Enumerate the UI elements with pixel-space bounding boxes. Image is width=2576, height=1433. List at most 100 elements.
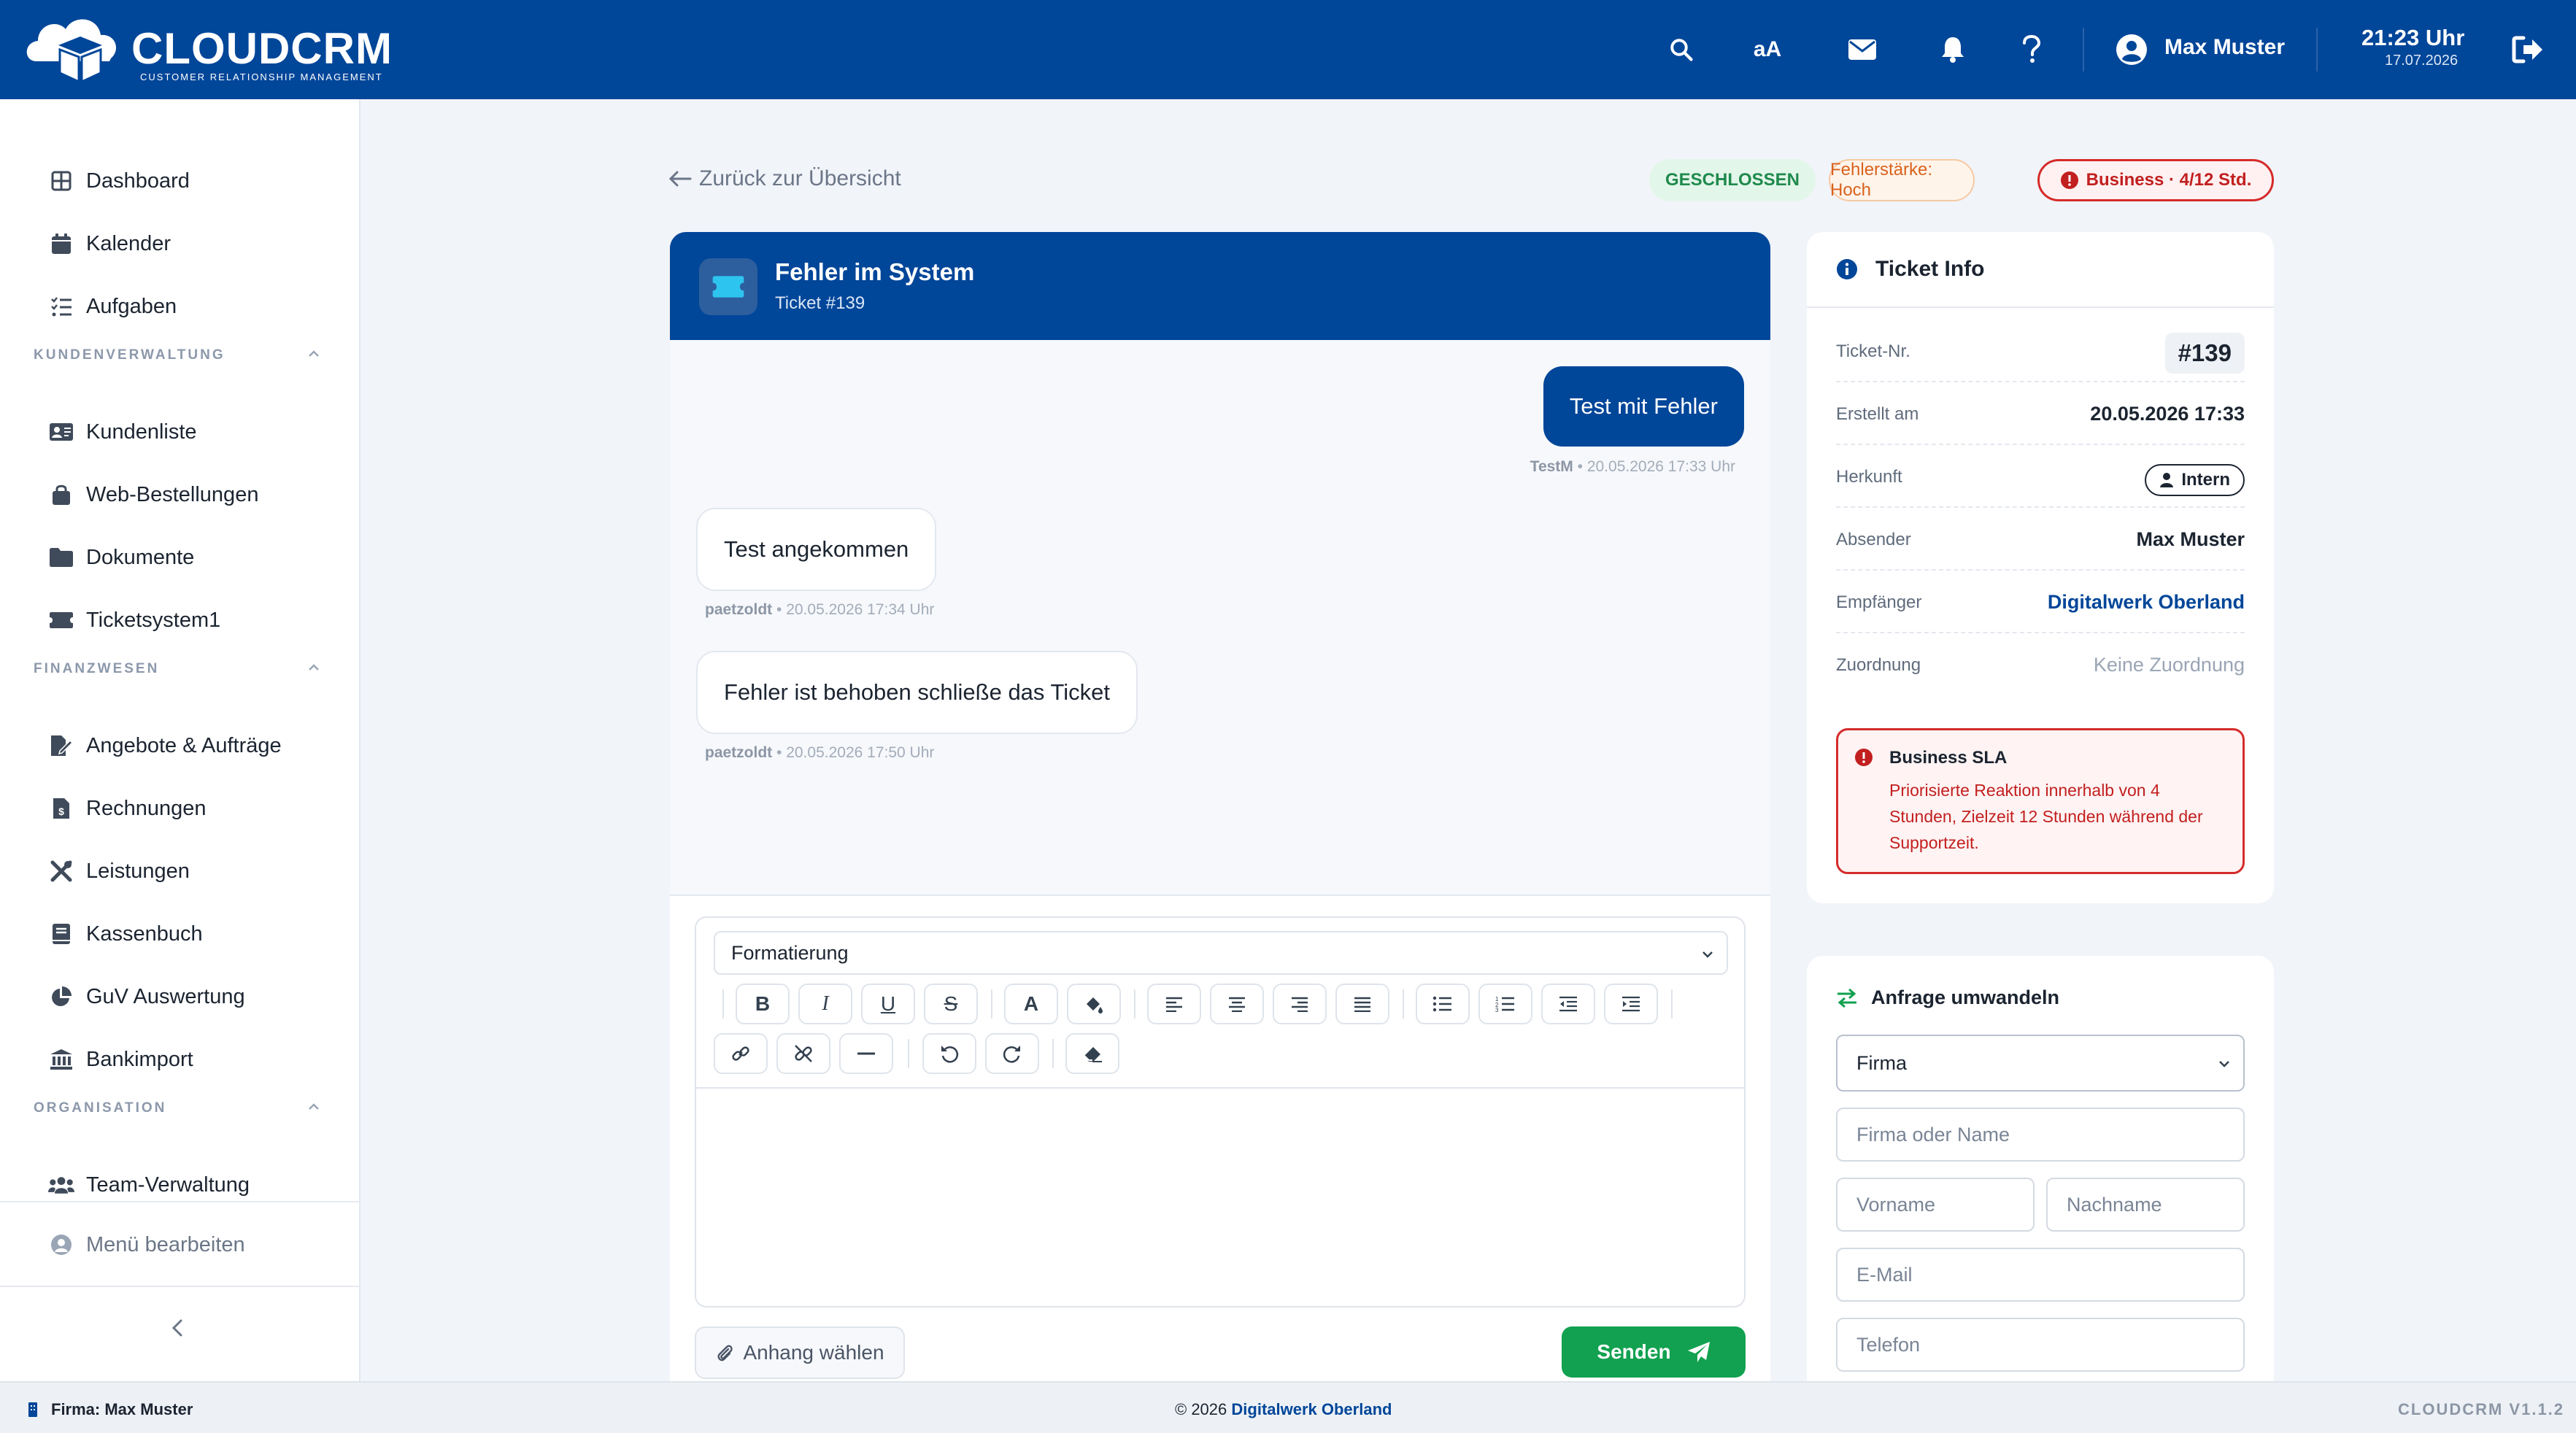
ticket-info-header: Ticket Info — [1807, 232, 2274, 308]
chevron-up-icon[interactable] — [304, 1096, 324, 1116]
sidebar-item-angebote[interactable]: Angebote & Aufträge — [48, 724, 282, 768]
info-row-recipient: Empfänger Digitalwerk Oberland — [1836, 571, 2245, 633]
book-icon — [48, 921, 74, 947]
minus-icon — [857, 1052, 875, 1055]
collapse-sidebar-icon[interactable] — [163, 1313, 193, 1343]
message-meta: TestM • 20.05.2026 17:33 Uhr — [1530, 458, 1735, 475]
user-name[interactable]: Max Muster — [2164, 35, 2285, 60]
redo-button[interactable] — [985, 1033, 1039, 1074]
remove-link-button[interactable] — [776, 1033, 830, 1074]
sidebar-item-kalender[interactable]: Kalender — [48, 222, 171, 266]
back-link[interactable]: Zurück zur Übersicht — [668, 166, 901, 191]
align-justify-icon — [1354, 997, 1370, 1012]
severity-badge: Fehlerstärke: Hoch — [1829, 159, 1975, 201]
footer-company-link[interactable]: Digitalwerk Oberland — [1231, 1400, 1392, 1418]
italic-button[interactable]: I — [798, 984, 852, 1024]
pie-chart-icon — [48, 984, 74, 1010]
footer: Firma: Max Muster © 2026 Digitalwerk Obe… — [0, 1381, 2576, 1433]
recipient-link[interactable]: Digitalwerk Oberland — [2048, 591, 2245, 614]
underline-button[interactable]: U — [861, 984, 915, 1024]
phone-input[interactable]: Telefon — [1836, 1318, 2245, 1372]
toolbar-separator — [1403, 989, 1404, 1019]
sidebar-item-ticketsystem[interactable]: Ticketsystem1 — [48, 598, 220, 642]
app-logo[interactable]: CLOUDCRM CUSTOMER RELATIONSHIP MANAGEMEN… — [22, 10, 392, 89]
footer-company: Firma: Max Muster — [28, 1400, 193, 1419]
tasks-icon — [48, 293, 74, 320]
menu-edit-button[interactable]: Menü bearbeiten — [48, 1223, 245, 1267]
search-icon — [1670, 39, 1693, 61]
info-row-sender: Absender Max Muster — [1836, 508, 2245, 571]
sidebar-item-guv[interactable]: GuV Auswertung — [48, 975, 245, 1019]
sidebar: Dashboard Kalender Aufgaben KUNDENVERWAL… — [0, 99, 360, 1381]
firstname-input[interactable]: Vorname — [1836, 1178, 2035, 1232]
highlight-button[interactable] — [1067, 984, 1121, 1024]
font-size-button[interactable]: aA — [1747, 29, 1788, 70]
shopping-bag-icon — [48, 482, 74, 508]
address-card-icon — [48, 419, 74, 445]
sidebar-item-dashboard[interactable]: Dashboard — [48, 159, 190, 203]
brand-tagline: CUSTOMER RELATIONSHIP MANAGEMENT — [140, 72, 383, 82]
convert-type-select[interactable]: Firma — [1836, 1035, 2245, 1092]
sidebar-item-kundenliste[interactable]: Kundenliste — [48, 410, 197, 454]
send-button[interactable]: Senden — [1562, 1326, 1746, 1378]
search-button[interactable] — [1661, 29, 1702, 70]
eraser-icon — [1084, 1047, 1102, 1062]
email-input[interactable]: E-Mail — [1836, 1248, 2245, 1302]
font-color-button[interactable]: A — [1004, 984, 1058, 1024]
clear-format-button[interactable] — [1065, 1033, 1119, 1074]
lastname-input[interactable]: Nachname — [2046, 1178, 2245, 1232]
message-input[interactable] — [696, 1087, 1744, 1306]
align-left-button[interactable] — [1147, 984, 1201, 1024]
horizontal-rule-button[interactable] — [839, 1033, 893, 1074]
list-ol-icon: 123 — [1495, 996, 1514, 1012]
align-left-icon — [1166, 997, 1182, 1012]
info-row-ticket-nr: Ticket-Nr. #139 — [1836, 320, 2245, 382]
user-menu-button[interactable] — [2115, 33, 2148, 66]
exchange-icon — [1837, 988, 1856, 1008]
notifications-button[interactable] — [1932, 29, 1973, 70]
svg-text:3: 3 — [1495, 1007, 1499, 1012]
bullet-list-button[interactable] — [1416, 984, 1470, 1024]
section-title-kundenverwaltung: KUNDENVERWALTUNG — [34, 347, 225, 363]
sidebar-item-aufgaben[interactable]: Aufgaben — [48, 285, 177, 328]
user-icon — [2116, 34, 2147, 65]
format-select[interactable]: Formatierung — [714, 931, 1728, 975]
sidebar-item-dokumente[interactable]: Dokumente — [48, 536, 194, 579]
ticket-info-card: Ticket Info Ticket-Nr. #139 Erstellt am … — [1807, 232, 2274, 903]
chevron-up-icon[interactable] — [304, 343, 324, 363]
footer-copyright: © 2026 Digitalwerk Oberland — [1175, 1400, 1392, 1418]
alert-circle-icon — [1855, 749, 1873, 766]
align-center-button[interactable] — [1210, 984, 1264, 1024]
attach-file-button[interactable]: Anhang wählen — [695, 1326, 905, 1379]
sidebar-item-leistungen[interactable]: Leistungen — [48, 849, 190, 893]
chevron-up-icon[interactable] — [304, 657, 324, 677]
toolbar-separator — [908, 1039, 909, 1068]
sidebar-item-web-bestellungen[interactable]: Web-Bestellungen — [48, 473, 258, 517]
numbered-list-button[interactable]: 123 — [1478, 984, 1532, 1024]
sidebar-item-team-verwaltung[interactable]: Team-Verwaltung — [48, 1163, 250, 1207]
help-button[interactable] — [2011, 29, 2052, 70]
indent-button[interactable] — [1604, 984, 1658, 1024]
toolbar-separator — [1052, 1039, 1054, 1068]
link-icon — [732, 1046, 749, 1061]
mail-button[interactable] — [1842, 29, 1883, 70]
sidebar-item-bankimport[interactable]: Bankimport — [48, 1038, 193, 1081]
sidebar-item-kassenbuch[interactable]: Kassenbuch — [48, 912, 203, 956]
strikethrough-button[interactable]: S — [924, 984, 978, 1024]
calendar-icon — [48, 231, 74, 257]
sidebar-item-rechnungen[interactable]: $ Rechnungen — [48, 787, 206, 830]
brand-name: CLOUDCRM — [131, 24, 393, 73]
info-row-assignment: Zuordnung Keine Zuordnung — [1836, 654, 2245, 676]
insert-link-button[interactable] — [714, 1033, 768, 1074]
clock-date: 17.07.2026 — [2385, 53, 2459, 69]
company-name-input[interactable]: Firma oder Name — [1836, 1108, 2245, 1162]
toolbar-separator — [1134, 989, 1135, 1019]
logout-button[interactable] — [2507, 29, 2548, 70]
folder-icon — [48, 544, 74, 571]
bold-button[interactable]: B — [736, 984, 790, 1024]
outdent-button[interactable] — [1541, 984, 1595, 1024]
undo-button[interactable] — [922, 1033, 976, 1074]
align-right-button[interactable] — [1273, 984, 1327, 1024]
redo-icon — [1003, 1046, 1020, 1063]
align-justify-button[interactable] — [1335, 984, 1389, 1024]
